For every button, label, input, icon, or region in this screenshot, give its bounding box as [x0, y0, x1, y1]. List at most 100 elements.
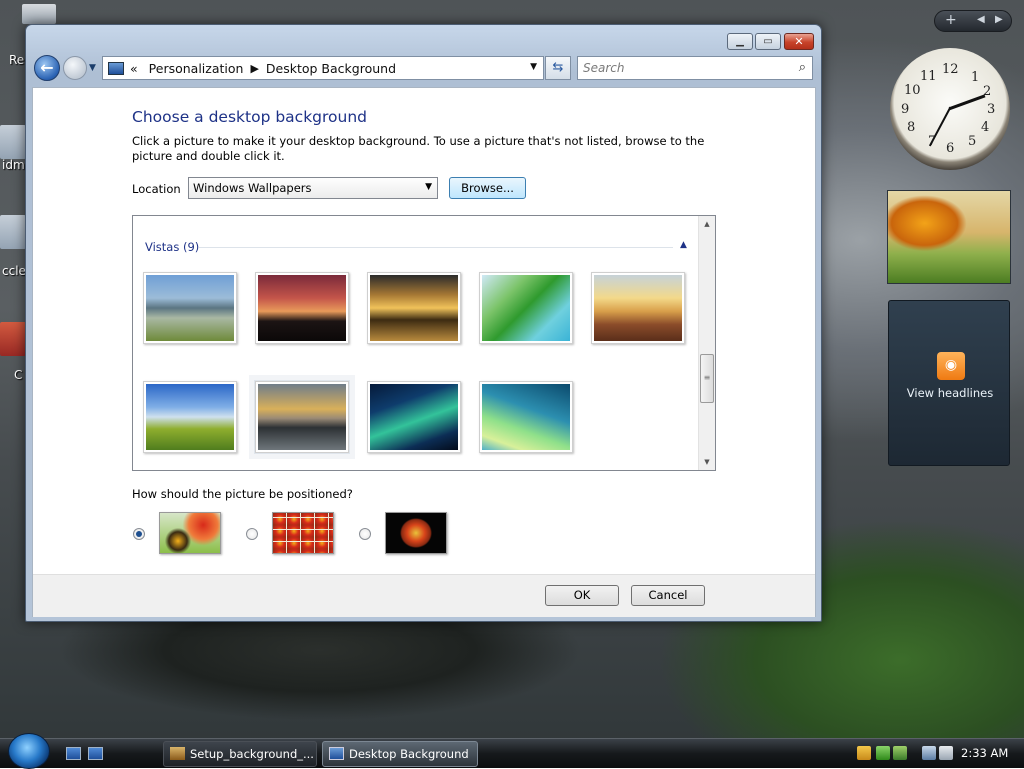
- refresh-icon: ⇆: [552, 60, 564, 75]
- flower-center-preview[interactable]: [385, 512, 447, 554]
- task-label: Desktop Background: [349, 747, 469, 761]
- feed-headlines-gadget[interactable]: ◉ View headlines: [888, 300, 1010, 466]
- maximize-icon: ▭: [763, 36, 773, 47]
- desktop-shortcut-icon[interactable]: [0, 215, 26, 249]
- program-icon[interactable]: [893, 746, 907, 760]
- group-header[interactable]: Vistas (9): [145, 240, 199, 254]
- minimize-button[interactable]: ▁: [727, 33, 753, 50]
- breadcrumb-root-chevron[interactable]: «: [130, 61, 138, 76]
- address-bar[interactable]: « Personalization ▶ Desktop Background ▼: [102, 56, 544, 80]
- clock-number: 4: [981, 120, 990, 135]
- flower-tile-preview[interactable]: [272, 512, 334, 554]
- address-dropdown-icon[interactable]: ▼: [530, 62, 537, 72]
- control-panel-icon: [329, 747, 344, 760]
- clock-hour-hand: [948, 94, 986, 111]
- wallpaper-thumbnail[interactable]: [143, 272, 237, 344]
- close-icon: ✕: [794, 35, 804, 48]
- page-title: Choose a desktop background: [132, 108, 368, 126]
- task-label: Setup_background_...: [190, 747, 314, 761]
- wallpaper-thumbnail[interactable]: [143, 381, 237, 453]
- desktop-shortcut-icon[interactable]: [0, 125, 26, 159]
- breadcrumb-separator-icon[interactable]: ▶: [250, 62, 258, 75]
- wallpaper-thumbnail-selected[interactable]: [254, 380, 350, 454]
- back-button[interactable]: ←: [34, 55, 60, 81]
- taskbar: Setup_background_... Desktop Background …: [0, 733, 1024, 769]
- location-dropdown[interactable]: Windows Wallpapers ▼: [188, 177, 438, 199]
- wallpaper-thumbnail[interactable]: [479, 381, 573, 453]
- system-tray: 2:33 AM: [852, 741, 1024, 767]
- dialog-footer: OK Cancel: [33, 574, 815, 617]
- wallpaper-thumbnail[interactable]: [479, 272, 573, 344]
- clock-number: 11: [920, 69, 937, 84]
- taskbar-button-setup[interactable]: Setup_background_...: [163, 741, 317, 767]
- search-icon[interactable]: ⌕: [799, 60, 806, 75]
- desktop-background-window: ▁ ▭ ✕ ← ▼ « Personalization ▶ Desktop Ba…: [25, 24, 822, 622]
- previous-gadget-icon[interactable]: ◀: [977, 14, 985, 25]
- desktop-icon-label: idm: [2, 158, 25, 172]
- next-gadget-icon[interactable]: ▶: [995, 14, 1003, 25]
- scroll-down-icon[interactable]: ▼: [699, 454, 715, 470]
- update-icon[interactable]: [876, 746, 890, 760]
- clock-gadget[interactable]: 12 1 2 3 4 5 6 7 8 9 10 11: [890, 48, 1010, 170]
- location-label: Location: [132, 182, 181, 196]
- clock-number: 8: [907, 120, 916, 135]
- switch-windows-icon[interactable]: [88, 747, 103, 760]
- maximize-button[interactable]: ▭: [755, 33, 781, 50]
- browse-button[interactable]: Browse...: [449, 177, 526, 199]
- collapse-group-icon[interactable]: ▲: [680, 240, 687, 250]
- desktop-shortcut-icon[interactable]: [0, 322, 26, 356]
- breadcrumb-desktop-background[interactable]: Desktop Background: [266, 61, 396, 76]
- wallpaper-thumbnail[interactable]: [591, 272, 685, 344]
- security-shield-icon[interactable]: [857, 746, 871, 760]
- installer-icon: [170, 747, 185, 760]
- start-button[interactable]: [8, 733, 50, 769]
- flower-fit-preview[interactable]: [159, 512, 221, 554]
- vertical-scrollbar[interactable]: ▲ ≡ ▼: [698, 216, 715, 470]
- page-description: Click a picture to make it your desktop …: [132, 134, 705, 163]
- wallpaper-gallery: Vistas (9) ▲ ▲ ≡ ▼: [132, 215, 716, 471]
- add-gadget-icon[interactable]: +: [945, 12, 957, 28]
- network-icon[interactable]: [922, 746, 936, 760]
- volume-muted-icon[interactable]: [939, 746, 953, 760]
- clock-number: 10: [904, 83, 921, 98]
- taskbar-button-desktop-background[interactable]: Desktop Background: [322, 741, 478, 767]
- content-pane: Choose a desktop background Click a pict…: [32, 87, 816, 617]
- breadcrumb-personalization[interactable]: Personalization: [149, 61, 244, 76]
- clock-number: 1: [971, 70, 980, 85]
- group-divider: [199, 247, 673, 248]
- ok-button[interactable]: OK: [545, 585, 619, 606]
- forward-button[interactable]: [63, 56, 87, 80]
- close-button[interactable]: ✕: [784, 33, 814, 50]
- search-input[interactable]: Search ⌕: [577, 56, 813, 80]
- sidebar-controls[interactable]: + ◀ ▶: [934, 10, 1012, 32]
- desktop-icon-label: ccle: [2, 264, 26, 278]
- wallpaper-thumbnail[interactable]: [255, 272, 349, 344]
- clock-number: 9: [901, 102, 910, 117]
- cancel-button[interactable]: Cancel: [631, 585, 705, 606]
- back-arrow-icon: ←: [40, 58, 54, 77]
- position-radio-fit[interactable]: [133, 528, 145, 540]
- location-value: Windows Wallpapers: [193, 181, 312, 195]
- clock-number: 5: [968, 134, 977, 149]
- clock-number: 6: [946, 141, 955, 156]
- slideshow-gadget[interactable]: [887, 190, 1011, 284]
- recycle-bin-icon[interactable]: [22, 4, 56, 24]
- chevron-down-icon: ▼: [425, 182, 432, 192]
- scroll-up-icon[interactable]: ▲: [699, 216, 715, 232]
- clock-number: 3: [987, 102, 996, 117]
- view-headlines-link[interactable]: View headlines: [889, 386, 1011, 400]
- clock-number: 12: [942, 62, 959, 77]
- show-desktop-icon[interactable]: [66, 747, 81, 760]
- desktop: Re idm ccle C ▁ ▭ ✕ ← ▼ « Personalizatio…: [0, 0, 1024, 769]
- position-radio-tile[interactable]: [246, 528, 258, 540]
- scroll-thumb[interactable]: ≡: [700, 354, 714, 403]
- minimize-icon: ▁: [736, 36, 744, 47]
- position-radio-center[interactable]: [359, 528, 371, 540]
- refresh-button[interactable]: ⇆: [545, 56, 571, 80]
- wallpaper-thumbnail[interactable]: [367, 381, 461, 453]
- wallpaper-thumbnail[interactable]: [367, 272, 461, 344]
- rss-feed-icon: ◉: [937, 352, 965, 380]
- control-panel-icon: [108, 61, 124, 75]
- taskbar-clock[interactable]: 2:33 AM: [961, 746, 1008, 760]
- recent-pages-dropdown-icon[interactable]: ▼: [89, 63, 96, 73]
